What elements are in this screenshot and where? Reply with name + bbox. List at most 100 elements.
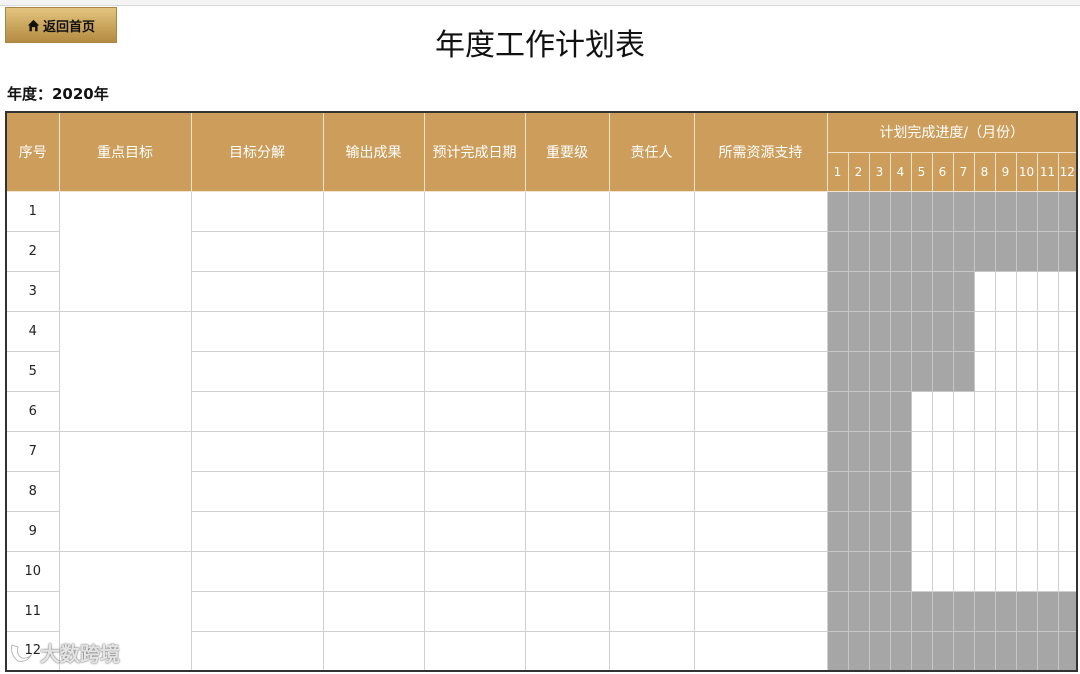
progress-cell[interactable] [847,590,870,632]
priority-cell[interactable] [524,310,610,352]
expected-date-cell[interactable] [423,230,526,272]
progress-cell[interactable] [1057,510,1078,552]
progress-cell[interactable] [1036,470,1059,512]
priority-cell[interactable] [524,630,610,672]
output-cell[interactable] [322,630,425,672]
progress-cell[interactable] [889,310,912,352]
progress-cell[interactable] [910,270,933,312]
progress-cell[interactable] [889,270,912,312]
resources-cell[interactable] [693,510,828,552]
progress-cell[interactable] [973,190,996,232]
progress-cell[interactable] [931,190,954,232]
progress-cell[interactable] [910,310,933,352]
progress-cell[interactable] [1057,230,1078,272]
progress-cell[interactable] [1036,390,1059,432]
progress-cell[interactable] [952,190,975,232]
progress-cell[interactable] [994,630,1017,672]
progress-cell[interactable] [1036,190,1059,232]
expected-date-cell[interactable] [423,590,526,632]
resources-cell[interactable] [693,470,828,512]
progress-cell[interactable] [910,470,933,512]
owner-cell[interactable] [608,590,695,632]
priority-cell[interactable] [524,430,610,472]
progress-cell[interactable] [1015,590,1038,632]
progress-cell[interactable] [868,510,891,552]
goal-breakdown-cell[interactable] [190,470,324,512]
progress-cell[interactable] [826,230,849,272]
output-cell[interactable] [322,190,425,232]
progress-cell[interactable] [1057,430,1078,472]
owner-cell[interactable] [608,350,695,392]
progress-cell[interactable] [994,350,1017,392]
progress-cell[interactable] [910,510,933,552]
progress-cell[interactable] [994,550,1017,592]
goal-breakdown-cell[interactable] [190,310,324,352]
progress-cell[interactable] [889,430,912,472]
progress-cell[interactable] [931,630,954,672]
progress-cell[interactable] [868,470,891,512]
progress-cell[interactable] [826,270,849,312]
goal-breakdown-cell[interactable] [190,630,324,672]
output-cell[interactable] [322,310,425,352]
expected-date-cell[interactable] [423,630,526,672]
progress-cell[interactable] [910,390,933,432]
progress-cell[interactable] [1015,310,1038,352]
progress-cell[interactable] [868,430,891,472]
owner-cell[interactable] [608,550,695,592]
progress-cell[interactable] [826,590,849,632]
priority-cell[interactable] [524,270,610,312]
progress-cell[interactable] [1015,430,1038,472]
progress-cell[interactable] [1036,630,1059,672]
resources-cell[interactable] [693,390,828,432]
progress-cell[interactable] [868,270,891,312]
output-cell[interactable] [322,350,425,392]
progress-cell[interactable] [931,310,954,352]
expected-date-cell[interactable] [423,390,526,432]
progress-cell[interactable] [931,270,954,312]
progress-cell[interactable] [994,230,1017,272]
progress-cell[interactable] [910,590,933,632]
progress-cell[interactable] [847,270,870,312]
progress-cell[interactable] [1057,590,1078,632]
progress-cell[interactable] [973,630,996,672]
progress-cell[interactable] [826,390,849,432]
progress-cell[interactable] [931,430,954,472]
progress-cell[interactable] [826,630,849,672]
progress-cell[interactable] [910,350,933,392]
progress-cell[interactable] [889,190,912,232]
progress-cell[interactable] [826,430,849,472]
progress-cell[interactable] [889,350,912,392]
progress-cell[interactable] [1036,270,1059,312]
progress-cell[interactable] [868,230,891,272]
priority-cell[interactable] [524,470,610,512]
progress-cell[interactable] [931,550,954,592]
output-cell[interactable] [322,390,425,432]
progress-cell[interactable] [1015,230,1038,272]
progress-cell[interactable] [994,590,1017,632]
progress-cell[interactable] [952,630,975,672]
owner-cell[interactable] [608,310,695,352]
progress-cell[interactable] [994,270,1017,312]
progress-cell[interactable] [952,470,975,512]
progress-cell[interactable] [910,550,933,592]
progress-cell[interactable] [1036,430,1059,472]
progress-cell[interactable] [826,310,849,352]
progress-cell[interactable] [1036,590,1059,632]
priority-cell[interactable] [524,230,610,272]
progress-cell[interactable] [1057,270,1078,312]
output-cell[interactable] [322,430,425,472]
expected-date-cell[interactable] [423,550,526,592]
progress-cell[interactable] [868,590,891,632]
progress-cell[interactable] [973,350,996,392]
goal-breakdown-cell[interactable] [190,430,324,472]
expected-date-cell[interactable] [423,430,526,472]
progress-cell[interactable] [931,230,954,272]
progress-cell[interactable] [1057,350,1078,392]
output-cell[interactable] [322,270,425,312]
goal-breakdown-cell[interactable] [190,550,324,592]
expected-date-cell[interactable] [423,350,526,392]
progress-cell[interactable] [973,590,996,632]
priority-cell[interactable] [524,550,610,592]
progress-cell[interactable] [973,230,996,272]
progress-cell[interactable] [847,510,870,552]
